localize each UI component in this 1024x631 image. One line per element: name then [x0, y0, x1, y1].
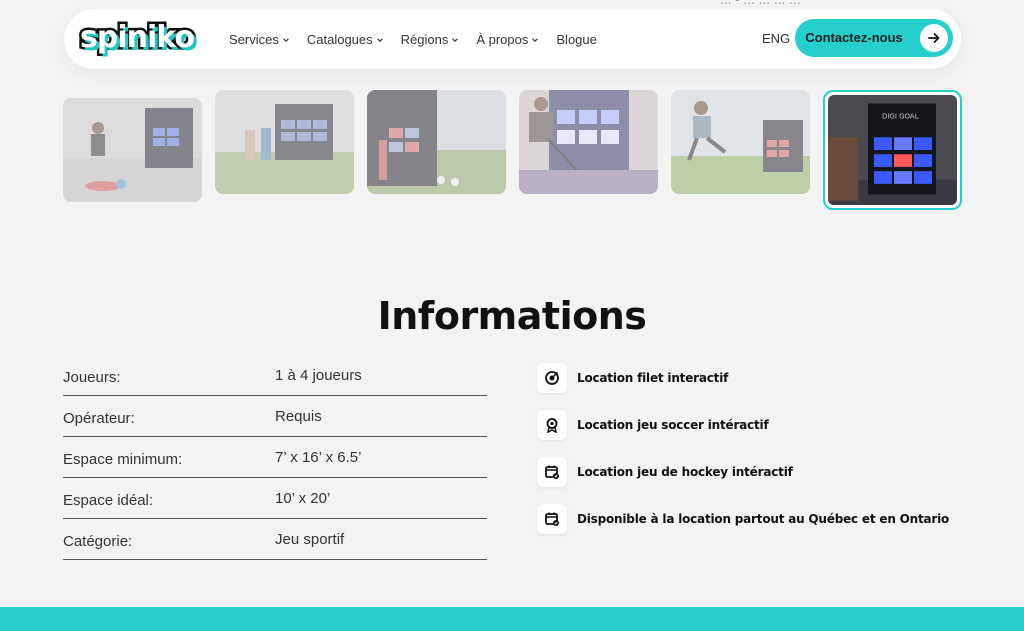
badge-icon: [537, 410, 567, 440]
nav-label: Blogue: [556, 31, 597, 47]
chevron-down-icon: [376, 38, 383, 42]
info-title: Informations: [377, 294, 647, 338]
top-peek-text: ... - ... ... ... ...: [720, 0, 801, 7]
arrow-right-icon: [920, 24, 948, 52]
nav-label: À propos: [476, 31, 529, 47]
photo-digi-goal-outdoor: [367, 90, 506, 194]
nav-item-blogue[interactable]: Blogue: [556, 32, 596, 47]
contact-button[interactable]: Contactez-nous: [795, 19, 953, 57]
feature-item: Location jeu de hockey intéractif: [537, 457, 793, 487]
spec-value: 10’ x 20’: [275, 490, 331, 507]
gallery-thumbnail-6-active[interactable]: DIGI GOAL: [823, 90, 962, 210]
footer-band: [0, 607, 1024, 631]
photo-digi-goal-lit: DIGI GOAL: [828, 95, 957, 205]
chevron-down-icon: [283, 38, 289, 42]
spec-value: 7’ x 16’ x 6.5’: [275, 449, 362, 466]
nav-label: Catalogues: [306, 31, 373, 47]
target-icon: [537, 363, 567, 393]
gallery-thumbnail-4[interactable]: [519, 90, 658, 194]
photo-hockey-player: [519, 90, 658, 194]
feature-item: Location jeu soccer intéractif: [537, 410, 769, 440]
nav-item-a-propos[interactable]: À propos: [476, 32, 539, 47]
feature-label: Disponible à la location partout au Québ…: [577, 512, 950, 526]
spec-label: Espace idéal:: [63, 492, 154, 509]
photo-digi-goal-players: [215, 90, 354, 194]
spec-row-operator: Opérateur: Requis: [63, 396, 487, 437]
gallery-thumbnail-1[interactable]: [63, 98, 202, 202]
svg-text:DIGI GOAL: DIGI GOAL: [882, 111, 919, 120]
spec-value: Requis: [275, 408, 322, 425]
chevron-down-icon: [532, 38, 539, 42]
spec-label: Espace minimum:: [63, 451, 183, 468]
spec-label: Catégorie:: [63, 533, 133, 550]
contact-button-label: Contactez-nous: [805, 30, 903, 45]
site-header: spiniko Services Catalogues Régions À pr…: [64, 9, 961, 69]
gallery-thumbnail-5[interactable]: [671, 90, 810, 194]
spec-label: Opérateur:: [63, 410, 135, 427]
nav-item-regions[interactable]: Régions: [401, 32, 460, 47]
spec-label: Joueurs:: [63, 369, 121, 386]
spec-value: Jeu sportif: [275, 531, 345, 548]
spiniko-logo[interactable]: spiniko: [77, 18, 206, 58]
spec-row-ideal-space: Espace idéal: 10’ x 20’: [63, 478, 487, 519]
nav-label: Régions: [400, 31, 449, 47]
nav-label: Services: [229, 31, 279, 47]
spec-row-category: Catégorie: Jeu sportif: [63, 519, 487, 560]
feature-item: Location filet interactif: [537, 363, 728, 393]
chevron-down-icon: [452, 38, 459, 42]
language-switch[interactable]: ENG: [762, 31, 790, 46]
calendar-check-icon: [537, 457, 567, 487]
logo-text: spiniko: [77, 18, 197, 58]
main-nav: Services Catalogues Régions À propos Blo…: [229, 9, 597, 69]
gallery-thumbnail-2[interactable]: [215, 90, 354, 194]
nav-item-services[interactable]: Services: [229, 32, 290, 47]
photo-soccer-jump: [671, 90, 810, 194]
feature-item: Disponible à la location partout au Québ…: [537, 504, 949, 534]
calendar-check-icon: [537, 504, 567, 534]
feature-label: Location filet interactif: [577, 371, 729, 385]
nav-item-catalogues[interactable]: Catalogues: [307, 32, 384, 47]
gallery-thumbnail-3[interactable]: [367, 90, 506, 194]
spec-row-min-space: Espace minimum: 7’ x 16’ x 6.5’: [63, 437, 487, 478]
spec-value: 1 à 4 joueurs: [275, 367, 362, 384]
feature-label: Location jeu soccer intéractif: [577, 418, 769, 432]
spec-row-players: Joueurs: 1 à 4 joueurs: [63, 355, 487, 396]
feature-label: Location jeu de hockey intéractif: [577, 465, 793, 479]
photo-soccer-kick: [63, 98, 202, 202]
